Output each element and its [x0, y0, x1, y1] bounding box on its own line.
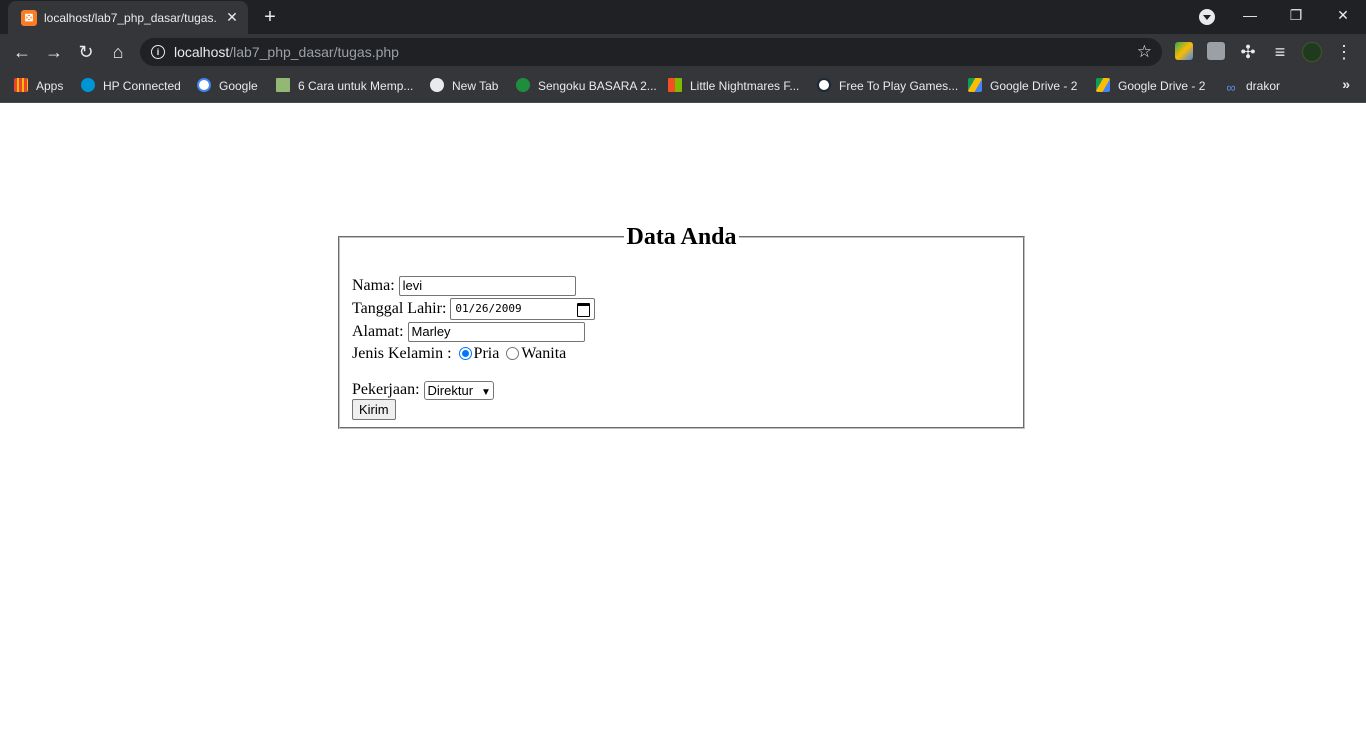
pria-label: Pria	[473, 345, 500, 362]
pria-radio[interactable]	[458, 346, 472, 360]
url-text: localhost/lab7_php_dasar/tugas.php	[174, 44, 399, 60]
more-bookmarks-icon[interactable]: »	[1342, 76, 1350, 92]
wanita-label: Wanita	[521, 345, 567, 362]
bookmark-drakor[interactable]: ∞ drakor	[1224, 77, 1280, 95]
steam-icon	[817, 78, 831, 92]
restore-icon[interactable]: ❐	[1273, 0, 1319, 32]
tanggal-lahir-row: Tanggal Lahir: 01/26/2009	[352, 298, 596, 321]
tanggal-lahir-input[interactable]: 01/26/2009	[450, 298, 596, 321]
reload-icon[interactable]: ↻	[74, 40, 98, 64]
nama-input[interactable]: levi	[398, 276, 576, 297]
fieldset-legend: Data Anda	[624, 224, 739, 250]
home-icon[interactable]: ⌂	[106, 40, 130, 64]
pekerjaan-select[interactable]: Direktur ▼	[423, 380, 494, 400]
media-queue-icon[interactable]: ≡	[1268, 40, 1292, 64]
data-fieldset: Data Anda Nama: levi Tanggal Lahir: 01/2…	[338, 224, 1025, 429]
extension-globe-icon[interactable]	[1175, 42, 1193, 60]
bookmark-new-tab[interactable]: New Tab	[430, 77, 498, 95]
bookmark-sengoku[interactable]: Sengoku BASARA 2...	[516, 77, 657, 95]
bookmark-google-drive-2[interactable]: Google Drive - 2	[1096, 77, 1205, 95]
site-info-icon[interactable]: i	[151, 45, 165, 59]
infinity-icon: ∞	[1226, 80, 1236, 95]
alamat-label: Alamat:	[352, 323, 404, 340]
tanggal-lahir-label: Tanggal Lahir:	[352, 300, 447, 317]
alamat-row: Alamat: Marley	[352, 321, 585, 343]
close-window-icon[interactable]: ✕	[1320, 0, 1366, 32]
page-content: Data Anda Nama: levi Tanggal Lahir: 01/2…	[0, 103, 1366, 738]
xampp-favicon-icon: ⊠	[21, 10, 37, 26]
windows-icon	[668, 78, 682, 92]
google-drive-icon	[968, 78, 982, 92]
bookmark-hp-connected[interactable]: HP Connected	[81, 77, 181, 95]
bookmark-star-icon[interactable]: ☆	[1137, 42, 1152, 62]
calendar-icon[interactable]	[577, 303, 591, 318]
pekerjaan-label: Pekerjaan:	[352, 381, 420, 398]
bookmarks-bar: Apps HP Connected Google 6 Cara untuk Me…	[0, 70, 1366, 103]
bookmark-google[interactable]: Google	[197, 77, 258, 95]
chevron-down-icon: ▼	[481, 386, 491, 398]
wikihow-icon	[276, 78, 290, 92]
bookmark-google-drive-1[interactable]: Google Drive - 2	[968, 77, 1077, 95]
google-icon	[197, 78, 211, 92]
hp-icon	[81, 78, 95, 92]
address-bar[interactable]: i localhost/lab7_php_dasar/tugas.php ☆	[140, 38, 1162, 66]
browser-toolbar: ← → ↻ ⌂ i localhost/lab7_php_dasar/tugas…	[0, 34, 1366, 70]
browser-tab[interactable]: ⊠ localhost/lab7_php_dasar/tugas.php ✕	[8, 1, 248, 34]
bookmark-free-to-play[interactable]: Free To Play Games...	[817, 77, 958, 95]
tab-title: localhost/lab7_php_dasar/tugas.php	[44, 11, 216, 25]
jenis-kelamin-row: Jenis Kelamin : Pria Wanita	[352, 343, 566, 365]
nama-label: Nama:	[352, 277, 395, 294]
forward-icon[interactable]: →	[42, 40, 66, 64]
bookmark-apps[interactable]: Apps	[14, 77, 63, 95]
minimize-icon[interactable]: —	[1227, 0, 1273, 32]
profile-avatar[interactable]	[1302, 42, 1322, 62]
jenis-kelamin-label: Jenis Kelamin :	[352, 345, 452, 362]
bookmark-wikihow[interactable]: 6 Cara untuk Memp...	[276, 77, 413, 95]
globe-icon	[430, 78, 444, 92]
submit-row: Kirim	[352, 399, 396, 421]
sengoku-icon	[516, 78, 530, 92]
apps-grid-icon	[14, 78, 28, 92]
new-tab-icon[interactable]: +	[260, 7, 280, 27]
back-icon[interactable]: ←	[10, 40, 34, 64]
tab-close-icon[interactable]: ✕	[224, 9, 240, 25]
nama-row: Nama: levi	[352, 275, 576, 297]
kirim-button[interactable]: Kirim	[352, 399, 396, 420]
google-drive-icon	[1096, 78, 1110, 92]
pekerjaan-row: Pekerjaan: Direktur ▼	[352, 379, 494, 401]
browser-titlebar: ⊠ localhost/lab7_php_dasar/tugas.php ✕ +…	[0, 0, 1366, 34]
menu-kebab-icon[interactable]: ⋮	[1332, 40, 1356, 64]
bookmark-little-nightmares[interactable]: Little Nightmares F...	[668, 77, 799, 95]
extensions-puzzle-icon[interactable]: ✣	[1236, 40, 1260, 64]
tab-search-icon[interactable]	[1199, 9, 1215, 25]
alamat-input[interactable]: Marley	[407, 322, 585, 343]
wanita-radio[interactable]	[506, 346, 520, 360]
extension-tile-icon[interactable]	[1207, 42, 1225, 60]
